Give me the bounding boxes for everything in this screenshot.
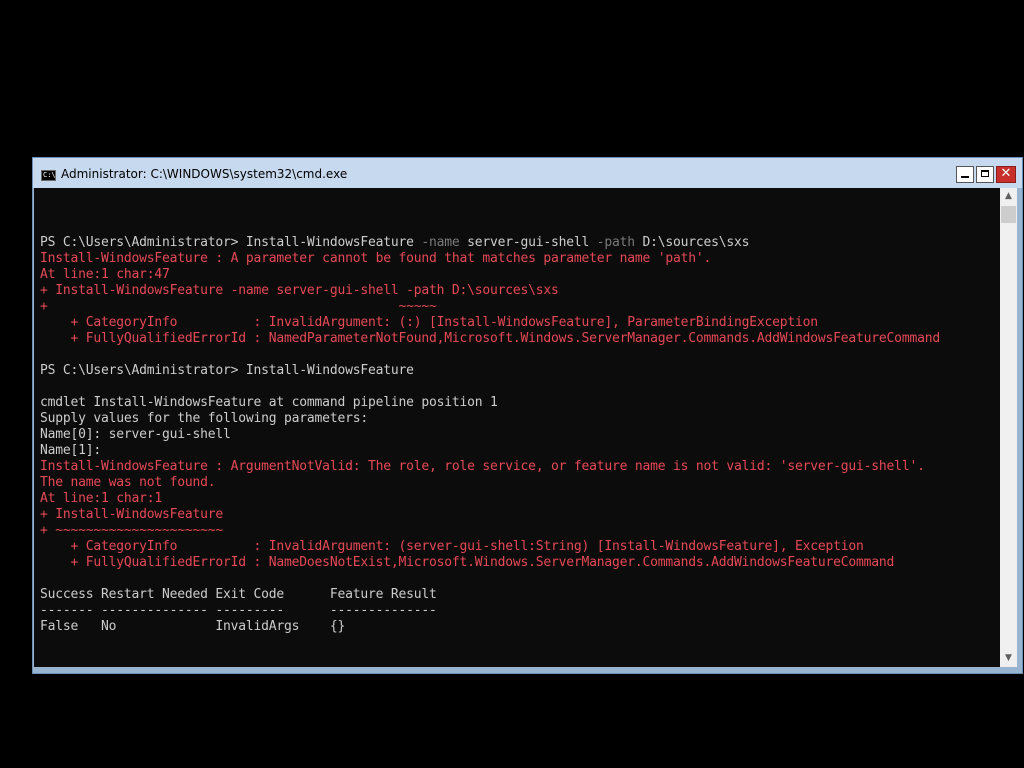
console-text: + ~~~~~ [40,299,437,314]
console-line: + ~~~~~~~~~~~~~~~~~~~~~~ [40,523,940,539]
console-text: + Install-WindowsFeature [40,507,224,522]
console-line: + CategoryInfo : InvalidArgument: (:) [I… [40,315,940,331]
console-text: At line:1 char:1 [40,491,163,506]
cmd-icon[interactable]: C:\ [41,170,56,181]
console-line: At line:1 char:1 [40,491,940,507]
console-text: + Install-WindowsFeature -name server-gu… [40,283,559,298]
console-text: Name[1]: [40,443,102,458]
console-text: + CategoryInfo : InvalidArgument: (:) [I… [40,315,819,330]
console-text: + FullyQualifiedErrorId : NamedParameter… [40,331,941,346]
console-text: Success Restart Needed Exit Code Feature… [40,587,437,602]
close-icon: ✕ [1000,166,1012,181]
console-line: At line:1 char:47 [40,267,940,283]
console-line: + FullyQualifiedErrorId : NamedParameter… [40,331,941,347]
scroll-up-icon: ▲ [1005,191,1012,201]
console-line: PS C:\Users\Administrator> Install-Windo… [40,363,940,379]
cmd-window: C:\ Administrator: C:\WINDOWS\system32\c… [32,157,1023,674]
console-line: Name[1]: [40,443,940,459]
console-text: cmdlet Install-WindowsFeature at command… [40,395,498,410]
scroll-up-button[interactable]: ▲ [1000,188,1017,205]
console-text: + FullyQualifiedErrorId : NameDoesNotExi… [40,555,895,570]
title-bar[interactable]: C:\ Administrator: C:\WINDOWS\system32\c… [33,158,1022,188]
console-text: Install-WindowsFeature [245,235,414,250]
scroll-thumb[interactable] [1001,206,1016,223]
console-text: At line:1 char:47 [40,267,170,282]
console-line: The name was not found. [40,475,940,491]
console-text: D:\sources\sxs [642,235,750,250]
console-line: + FullyQualifiedErrorId : NameDoesNotExi… [40,555,940,571]
console-output[interactable]: PS C:\Users\Administrator> Install-Windo… [34,188,1000,667]
console-text: ------- -------------- --------- -------… [40,603,437,618]
console-line: + CategoryInfo : InvalidArgument: (serve… [40,539,940,555]
vertical-scrollbar[interactable]: ▲ ▼ [1000,188,1017,667]
console-text: + ~~~~~~~~~~~~~~~~~~~~~~ [40,523,224,538]
console-line: + Install-WindowsFeature -name server-gu… [40,283,940,299]
console-text: -name [413,235,468,250]
scroll-down-icon: ▼ [1005,653,1012,663]
console-text: False No InvalidArgs {} [40,619,346,634]
console-text: server-gui-shell [467,235,590,250]
console-line: cmdlet Install-WindowsFeature at command… [40,395,940,411]
console-text: Install-WindowsFeature : ArgumentNotVali… [40,459,925,474]
console-text: Install-WindowsFeature : A parameter can… [40,251,712,266]
console-text: Install-WindowsFeature [245,363,414,378]
console-lines: PS C:\Users\Administrator> Install-Windo… [40,219,940,667]
console-text: -path [589,235,643,250]
console-text: PS C:\Users\Administrator> [40,363,246,378]
console-line: PS C:\Users\Administrator> Install-Windo… [40,235,940,251]
console-text: Name[0]: server-gui-shell [40,427,231,442]
console-text: PS C:\Users\Administrator> [40,235,246,250]
scroll-down-button[interactable]: ▼ [1000,650,1017,667]
console-line: Supply values for the following paramete… [40,411,940,427]
maximize-button[interactable] [976,166,994,183]
console-line: Name[0]: server-gui-shell [40,427,940,443]
minimize-button[interactable] [956,166,974,183]
console-line: Install-WindowsFeature : A parameter can… [40,251,940,267]
console-line: Install-WindowsFeature : ArgumentNotVali… [40,459,940,475]
console-line: Success Restart Needed Exit Code Feature… [40,587,940,603]
console-line: False No InvalidArgs {} [40,619,940,635]
console-line: ------- -------------- --------- -------… [40,603,940,619]
console-line: + Install-WindowsFeature [40,507,940,523]
console-line: + ~~~~~ [40,299,940,315]
console-text: Supply values for the following paramete… [40,411,368,426]
console-text: The name was not found. [40,475,216,490]
window-title: Administrator: C:\WINDOWS\system32\cmd.e… [61,167,348,181]
close-button[interactable]: ✕ [996,166,1016,183]
console-text: + CategoryInfo : InvalidArgument: (serve… [40,539,864,554]
